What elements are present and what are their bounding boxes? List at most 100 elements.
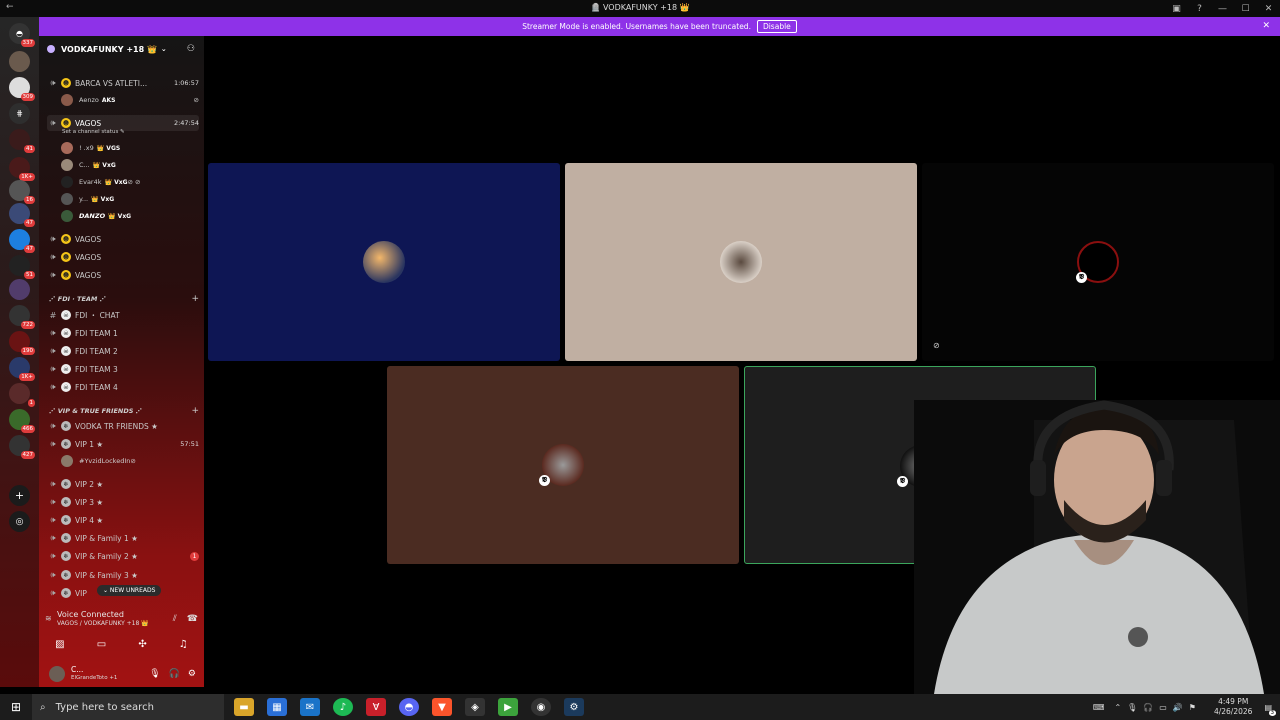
category-fdi-team[interactable]: ⋰ FDI · TEAM ⋰ + (49, 293, 199, 305)
avatar[interactable] (49, 666, 65, 682)
voice-channel-vip-1[interactable]: 🕪 ❄ VIP 1 ★ 57:51 (47, 436, 199, 452)
discord-home-icon[interactable]: ◓ 337 (9, 23, 35, 47)
voice-channel-fdi-team-3[interactable]: 🕪 ☠ FDI TEAM 3 (47, 361, 199, 377)
headset-tray-icon[interactable]: 🎧 (1143, 703, 1153, 712)
voice-channel-path[interactable]: VAGOS / VODKAFUNKY +18 👑 (57, 620, 149, 627)
invite-icon[interactable]: ⚇ (187, 44, 195, 54)
file-explorer-icon[interactable]: ▬ (234, 698, 254, 716)
camera-off-icon[interactable]: ▨ (55, 639, 64, 650)
new-unreads-button[interactable]: ⌄ NEW UNREADS (97, 585, 162, 596)
app-icon[interactable]: Ɐ (366, 698, 386, 716)
category-vip[interactable]: ⋰ VIP & TRUE FRIENDS ⋰ + (49, 405, 199, 417)
participant-tile[interactable] (208, 163, 560, 361)
server-icon[interactable]: 427 (9, 435, 35, 459)
app-icon[interactable]: ◈ (465, 698, 485, 716)
store-icon[interactable]: ▦ (267, 698, 287, 716)
app-icon[interactable]: ▶ (498, 698, 518, 716)
server-icon[interactable]: 47 (9, 203, 35, 227)
voice-user[interactable]: ! .x9 👑 VGS (61, 140, 199, 156)
volume-icon[interactable]: 🔊 (1173, 703, 1183, 712)
voice-channel-vagos[interactable]: 🕪 ☻ VAGOS (47, 249, 199, 265)
channel-status[interactable]: Set a channel status ✎ (62, 129, 125, 135)
disable-button[interactable]: Disable (756, 20, 797, 33)
voice-channel-vip-family-2[interactable]: 🕪 ❄ VIP & Family 2 ★ 1 (47, 548, 199, 564)
server-icon[interactable]: 47 (9, 229, 35, 253)
voice-channel-vagos[interactable]: 🕪 ☻ VAGOS (47, 231, 199, 247)
obs-icon[interactable]: ◉ (531, 698, 551, 716)
voice-channel-barca[interactable]: 🕪 ☻ BARCA VS ATLETI... 1:06:57 (47, 75, 199, 91)
voice-channel-vip-4[interactable]: 🕪 ❄ VIP 4 ★ (47, 512, 199, 528)
close-banner-icon[interactable]: ✕ (1262, 21, 1270, 31)
voice-channel-vip-3[interactable]: 🕪 ❄ VIP 3 ★ (47, 494, 199, 510)
voice-channel-vip-family-1[interactable]: 🕪 ❄ VIP & Family 1 ★ (47, 530, 199, 546)
speaker-icon: 🕪 (50, 78, 56, 87)
notification-icon[interactable]: ▤ 3 (1264, 703, 1276, 716)
voice-channel-vodka-tr-friends[interactable]: 🕪 ❄ VODKA TR FRIENDS ★ (47, 418, 199, 434)
add-server-icon[interactable]: + (9, 485, 30, 506)
headphones-icon[interactable]: 🎧 (169, 669, 180, 679)
voice-user[interactable]: DANZO 👑 VxG (61, 208, 199, 224)
server-icon[interactable]: 1K+ (9, 157, 35, 181)
outlook-icon[interactable]: ✉ (300, 698, 320, 716)
participant-tile[interactable] (565, 163, 917, 361)
disconnect-icon[interactable]: ☎ (187, 614, 198, 624)
server-icon[interactable]: 1 (9, 383, 35, 407)
taskbar-search[interactable]: ⌕ Type here to search (32, 694, 224, 720)
maximize-button[interactable]: ☐ (1234, 0, 1257, 17)
server-icon[interactable] (9, 279, 30, 300)
server-icon[interactable]: 41 (9, 129, 35, 153)
brave-icon[interactable]: ▼ (432, 698, 452, 716)
dropbox-icon[interactable]: ⚑ (1189, 703, 1196, 712)
server-header[interactable]: VODKAFUNKY +18 👑 ⌄ ⚇ (39, 36, 204, 62)
activities-icon[interactable]: ✣ (138, 639, 146, 650)
participant-tile[interactable]: 𝖁 (387, 366, 739, 564)
windows-start-icon[interactable]: ⊞ (0, 694, 32, 720)
participant-tile[interactable]: 𝖁 ⊘ (922, 163, 1274, 361)
inbox-icon[interactable]: ▣ (1165, 0, 1188, 17)
user-name: DANZO (79, 212, 106, 220)
add-channel-icon[interactable]: + (191, 294, 199, 304)
voice-channel-fdi-team-1[interactable]: 🕪 ☠ FDI TEAM 1 (47, 325, 199, 341)
noise-suppression-icon[interactable]: ⫽ (173, 614, 177, 624)
voice-channel-fdi-team-4[interactable]: 🕪 ☠ FDI TEAM 4 (47, 379, 199, 395)
server-icon[interactable]: 466 (9, 409, 35, 433)
settings-gear-icon[interactable]: ⚙ (188, 669, 196, 679)
user-info[interactable]: C... ElGrandeToto +1 (71, 665, 117, 683)
clock[interactable]: 4:49 PM 4/26/2026 (1214, 697, 1252, 717)
voice-channel-vip-family-3[interactable]: 🕪 ❄ VIP & Family 3 ★ (47, 567, 199, 583)
microphone-tray-icon[interactable]: 🎙 (1127, 703, 1137, 712)
text-channel-fdi-chat[interactable]: # ☠ FDI ・ CHAT (47, 307, 199, 323)
show-hidden-icons-icon[interactable]: ⌃ (1114, 703, 1121, 712)
voice-user[interactable]: Evar4k 👑 VxG ⊘ ⊘ (61, 174, 199, 190)
server-icon[interactable]: 190 (9, 331, 35, 355)
voice-channel-vip-2[interactable]: 🕪 ❄ VIP 2 ★ (47, 476, 199, 492)
steam-icon[interactable]: ⚙ (564, 698, 584, 716)
add-channel-icon[interactable]: + (191, 406, 199, 416)
spotify-icon[interactable]: ♪ (333, 698, 353, 716)
discord-icon[interactable]: ◓ (399, 698, 419, 716)
voice-user[interactable]: Aenzo AKS ⊘ (61, 92, 199, 108)
voice-user[interactable]: C... 👑 VxG (61, 157, 199, 173)
server-icon[interactable] (9, 51, 30, 72)
server-icon[interactable]: 309 (9, 77, 35, 101)
server-icon[interactable]: 51 (9, 255, 35, 279)
voice-channel-vagos[interactable]: 🕪 ☻ VAGOS (47, 267, 199, 283)
server-icon[interactable]: 16 (9, 180, 35, 204)
window-titlebar: ← 🪦 VODKAFUNKY +18 👑 ▣ ? — ☐ ✕ (0, 0, 1280, 17)
voice-status[interactable]: Voice Connected (57, 610, 124, 619)
server-icon[interactable]: ⋕ (9, 103, 30, 124)
network-icon[interactable]: ▭ (1159, 703, 1167, 712)
screen-share-icon[interactable]: ▭ (97, 639, 106, 650)
voice-user[interactable]: y... 👑 VxG (61, 191, 199, 207)
close-window-button[interactable]: ✕ (1257, 0, 1280, 17)
voice-channel-fdi-team-2[interactable]: 🕪 ☠ FDI TEAM 2 (47, 343, 199, 359)
keyboard-icon[interactable]: ⌨ (1093, 703, 1105, 712)
voice-user[interactable]: #YvzidLockedIn ⊘ (61, 453, 199, 469)
microphone-icon[interactable]: 🎙 (149, 669, 160, 679)
server-icon[interactable]: 1K+ (9, 357, 35, 381)
soundboard-icon[interactable]: ♫ (179, 639, 188, 650)
discover-icon[interactable]: ◎ (9, 511, 30, 532)
help-icon[interactable]: ? (1188, 0, 1211, 17)
minimize-button[interactable]: — (1211, 0, 1234, 17)
server-icon[interactable]: 722 (9, 305, 35, 329)
